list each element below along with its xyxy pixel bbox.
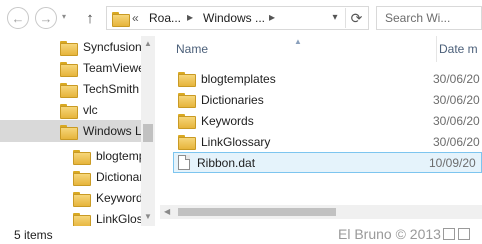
scroll-down-icon[interactable]: ▼	[144, 212, 152, 221]
forward-button[interactable]: →	[35, 7, 57, 29]
navigation-tree: Syncfusion TeamViewe TechSmith vlc Windo…	[0, 36, 155, 226]
folder-icon	[60, 124, 78, 140]
folder-icon	[178, 72, 196, 87]
tree-item[interactable]: Dictionar	[0, 166, 141, 188]
folder-icon	[73, 170, 91, 186]
folder-icon	[73, 149, 91, 165]
forward-arrow-icon: →	[39, 10, 53, 26]
tree-item-selected[interactable]: Windows L	[0, 120, 141, 142]
scroll-left-icon[interactable]: ◀	[164, 207, 170, 216]
tree-item[interactable]: TechSmith	[0, 78, 141, 100]
large-icons-view-icon[interactable]	[458, 228, 470, 240]
folder-icon	[60, 82, 78, 98]
tree-item[interactable]: blogtemp	[0, 145, 141, 167]
folder-icon	[73, 191, 91, 207]
document-icon	[178, 155, 190, 170]
refresh-button[interactable]: ⟳	[345, 8, 367, 28]
status-bar: 5 items El Bruno © 2013	[0, 226, 482, 244]
sort-ascending-icon: ▲	[294, 37, 302, 46]
column-header-name[interactable]: Name	[176, 36, 208, 62]
breadcrumb-separator-icon[interactable]: ▸	[269, 10, 275, 24]
folder-icon	[60, 103, 78, 119]
recent-locations-button[interactable]: ▾	[62, 12, 72, 24]
file-row[interactable]: Dictionaries 30/06/20	[173, 89, 482, 110]
tree-item-label: Windows L	[83, 124, 141, 138]
address-bar[interactable]: « Roa... ▸ Windows ... ▸ ▾ ⟳	[106, 6, 369, 30]
up-button[interactable]: ↑	[82, 8, 98, 28]
tree-item-label: Dictionar	[96, 170, 141, 184]
breadcrumb-item[interactable]: Roa...	[149, 11, 181, 25]
tree-item[interactable]: TeamViewe	[0, 57, 141, 79]
file-name: blogtemplates	[201, 71, 276, 86]
folder-icon	[178, 114, 196, 129]
file-date: 30/06/20	[433, 92, 480, 107]
chevron-down-icon: ▾	[62, 12, 67, 21]
folder-icon	[178, 93, 196, 108]
up-arrow-icon: ↑	[86, 9, 94, 27]
file-row[interactable]: LinkGlossary 30/06/20	[173, 131, 482, 152]
file-date: 30/06/20	[433, 71, 480, 86]
scroll-thumb[interactable]	[178, 208, 336, 216]
search-placeholder: Search Wi...	[385, 11, 451, 25]
folder-icon	[60, 61, 78, 77]
details-view-icon[interactable]	[443, 228, 455, 240]
scroll-up-icon[interactable]: ▲	[144, 39, 152, 48]
tree-item[interactable]: Syncfusion	[0, 36, 141, 58]
breadcrumb-overflow-button[interactable]: «	[132, 11, 139, 25]
tree-item-label: TeamViewe	[83, 61, 141, 75]
tree-scrollbar[interactable]: ▲ ▼	[141, 36, 155, 226]
tree-item-label: blogtemp	[96, 149, 141, 163]
folder-icon	[112, 12, 130, 27]
file-date: 30/06/20	[433, 134, 480, 149]
file-date: 30/06/20	[433, 113, 480, 128]
navigation-bar: ← → ▾ ↑ « Roa... ▸ Windows ... ▸ ▾ ⟳ Sea…	[0, 0, 482, 36]
breadcrumb-item[interactable]: Windows ...	[203, 11, 265, 25]
tree-item-label: TechSmith	[83, 82, 140, 96]
item-count: 5 items	[14, 228, 53, 242]
tree-item[interactable]: LinkGloss	[0, 208, 141, 226]
tree-item-label: LinkGloss	[96, 212, 141, 226]
file-name: LinkGlossary	[201, 134, 271, 149]
search-box[interactable]: Search Wi...	[376, 6, 482, 30]
horizontal-scrollbar[interactable]: ◀	[160, 205, 482, 219]
breadcrumb-separator-icon[interactable]: ▸	[187, 10, 193, 24]
file-name: Keywords	[201, 113, 254, 128]
folder-icon	[73, 212, 91, 226]
tree-item[interactable]: vlc	[0, 99, 141, 121]
scroll-thumb[interactable]	[143, 124, 153, 142]
back-arrow-icon: ←	[11, 10, 25, 26]
folder-icon	[178, 135, 196, 150]
column-header-date[interactable]: Date m	[436, 36, 478, 62]
view-buttons	[440, 228, 470, 243]
tree-item-label: Keywords	[96, 191, 141, 205]
tree-item-label: vlc	[83, 103, 98, 117]
file-name: Ribbon.dat	[197, 155, 256, 170]
folder-icon	[60, 40, 78, 56]
tree-item-label: Syncfusion	[83, 40, 141, 54]
file-row[interactable]: Keywords 30/06/20	[173, 110, 482, 131]
address-dropdown-button[interactable]: ▾	[327, 9, 343, 27]
file-name: Dictionaries	[201, 92, 264, 107]
file-row[interactable]: blogtemplates 30/06/20	[173, 68, 482, 89]
watermark: El Bruno © 2013	[338, 226, 441, 242]
back-button[interactable]: ←	[7, 7, 29, 29]
tree-item[interactable]: Keywords	[0, 187, 141, 209]
file-list: ▲ Name Date m blogtemplates 30/06/20 Dic…	[160, 36, 482, 226]
file-row-selected[interactable]: Ribbon.dat 10/09/20	[173, 152, 482, 173]
file-date: 10/09/20	[429, 155, 476, 170]
